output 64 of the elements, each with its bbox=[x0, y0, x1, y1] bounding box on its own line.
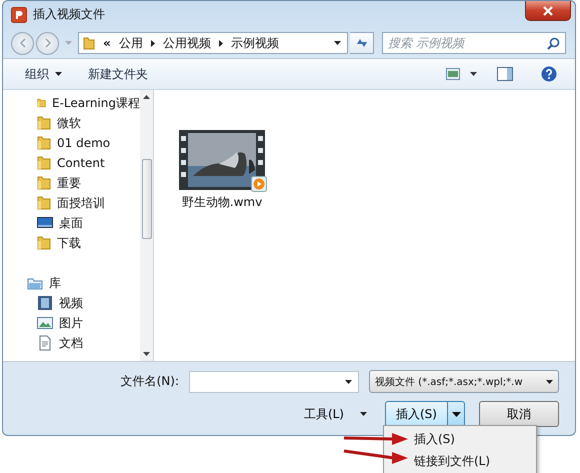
search-icon bbox=[547, 37, 560, 50]
folder-icon bbox=[37, 135, 51, 151]
filename-field[interactable] bbox=[189, 370, 359, 392]
nav-item[interactable]: 01 demo bbox=[57, 136, 110, 150]
nav-item[interactable]: 文档 bbox=[59, 334, 83, 352]
search-field[interactable]: 搜索 示例视频 bbox=[382, 32, 566, 54]
breadcrumb[interactable]: 示例视频 bbox=[230, 34, 279, 52]
scroll-thumb[interactable] bbox=[142, 159, 152, 239]
chevron-icon bbox=[218, 40, 223, 46]
nav-item[interactable]: Content bbox=[57, 156, 105, 170]
folder-icon bbox=[37, 175, 51, 191]
chevron-icon bbox=[150, 40, 155, 46]
picture-frame-icon bbox=[37, 315, 53, 331]
help-icon[interactable] bbox=[541, 66, 557, 82]
app-icon bbox=[11, 6, 27, 22]
window-title: 插入视频文件 bbox=[33, 6, 105, 23]
file-type-dropdown[interactable]: 视频文件 (*.asf;*.asx;*.wpl;*.w bbox=[369, 370, 559, 393]
nav-item[interactable]: E-Learning课程 bbox=[52, 94, 140, 112]
caret-icon bbox=[452, 412, 460, 416]
caret-icon[interactable] bbox=[360, 412, 367, 416]
nav-item[interactable]: 桌面 bbox=[59, 214, 83, 232]
folder-icon bbox=[37, 195, 51, 211]
nav-item[interactable]: 面授培训 bbox=[57, 194, 105, 212]
view-icon[interactable] bbox=[446, 68, 460, 80]
folder-icon bbox=[37, 115, 51, 131]
nav-item[interactable]: 下载 bbox=[57, 234, 81, 252]
folder-icon bbox=[37, 235, 51, 251]
refresh-button[interactable] bbox=[350, 32, 374, 54]
menu-button[interactable]: 组织 bbox=[19, 62, 68, 86]
menu-item[interactable]: 插入(S) bbox=[414, 428, 536, 450]
folder-icon bbox=[37, 155, 51, 171]
monitor-icon bbox=[37, 215, 53, 231]
cancel-button[interactable]: 取消 bbox=[479, 401, 559, 427]
nav-item[interactable]: 图片 bbox=[59, 314, 83, 332]
caret-icon bbox=[55, 72, 62, 76]
close-icon bbox=[542, 6, 554, 16]
scroll-down-icon[interactable] bbox=[143, 352, 150, 356]
film-icon bbox=[37, 295, 53, 311]
dropdown-button[interactable] bbox=[447, 401, 465, 427]
file-name[interactable]: 野生动物.wmv bbox=[182, 194, 262, 211]
insert-button[interactable]: 插入(S) bbox=[385, 401, 447, 427]
scroll-up-icon[interactable] bbox=[143, 95, 150, 99]
close-button[interactable] bbox=[525, 1, 571, 21]
scrollbar[interactable] bbox=[140, 90, 153, 361]
preview-pane-icon[interactable] bbox=[497, 67, 513, 81]
caret-icon bbox=[546, 380, 553, 384]
caret-icon[interactable] bbox=[345, 380, 352, 384]
nav-item[interactable]: 库 bbox=[49, 274, 61, 292]
tools-button[interactable]: 工具(L) bbox=[302, 402, 346, 426]
field-label: 文件名(N): bbox=[120, 373, 179, 390]
overflow-chevron[interactable]: « bbox=[103, 36, 111, 50]
document-icon bbox=[37, 335, 53, 351]
breadcrumb[interactable]: 公用 bbox=[118, 34, 143, 52]
caret-icon bbox=[334, 41, 341, 45]
nav-item[interactable]: 重要 bbox=[57, 174, 81, 192]
nav-item[interactable]: 微软 bbox=[57, 114, 81, 132]
folder-icon bbox=[83, 36, 95, 50]
caret-icon[interactable] bbox=[470, 72, 477, 76]
nav-item[interactable]: 视频 bbox=[59, 294, 83, 312]
address-bar[interactable]: « 公用 公用视频 示例视频 bbox=[78, 32, 348, 54]
breadcrumb[interactable]: 公用视频 bbox=[162, 34, 211, 52]
toolbar-button[interactable]: 新建文件夹 bbox=[82, 62, 154, 86]
play-icon bbox=[251, 176, 267, 192]
menu-item[interactable]: 链接到文件(L) bbox=[414, 450, 536, 472]
